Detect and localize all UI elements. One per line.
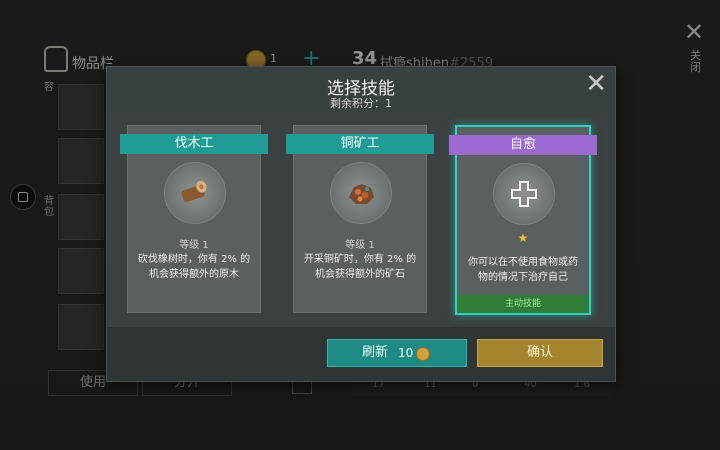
skill-select-dialog: 选择技能 剩余积分：1 ✕ 伐木工 等级 1 砍伐橡树时，你有 2% 的机会获得… — [106, 66, 616, 382]
active-skill-badge: 主动技能 — [457, 295, 589, 313]
refresh-cost: 10 — [398, 346, 414, 360]
dialog-header: 选择技能 剩余积分：1 ✕ — [107, 67, 615, 113]
skill-card-copper-miner[interactable]: 铜矿工 等级 1 开采铜矿时，你有 2% 的机会获得额外的矿石 — [286, 125, 434, 313]
skill-name: 铜矿工 — [286, 134, 434, 154]
skill-card-lumberjack[interactable]: 伐木工 等级 1 砍伐橡树时，你有 2% 的机会获得额外的原木 — [120, 125, 268, 313]
skill-description: 开采铜矿时，你有 2% 的机会获得额外的矿石 — [303, 254, 417, 280]
skill-level: 等级 1 — [179, 240, 209, 251]
medical-cross-icon — [511, 181, 537, 207]
skill-name: 伐木工 — [120, 134, 268, 154]
remaining-points: 剩余积分：1 — [330, 97, 392, 110]
coin-icon — [416, 347, 430, 361]
skill-description: 你可以在不使用食物或药物的情况下治疗自己 — [468, 257, 578, 283]
skill-card-self-heal[interactable]: 自愈 ★ 你可以在不使用食物或药物的情况下治疗自己 主动技能 — [449, 125, 597, 315]
dialog-close-icon[interactable]: ✕ — [585, 69, 607, 99]
skill-emblem — [493, 163, 555, 225]
copper-ore-icon — [349, 184, 374, 204]
skill-level: 等级 1 — [345, 240, 375, 251]
skill-cards: 伐木工 等级 1 砍伐橡树时，你有 2% 的机会获得额外的原木 铜矿工 等级 1… — [107, 113, 615, 327]
confirm-button[interactable]: 确认 — [477, 339, 603, 367]
refresh-button[interactable]: 刷新 10 — [327, 339, 467, 367]
skill-emblem — [330, 162, 392, 224]
skill-name: 自愈 — [449, 135, 597, 155]
skill-emblem — [164, 162, 226, 224]
star-icon: ★ — [517, 231, 529, 245]
refresh-label: 刷新 — [362, 345, 389, 360]
dialog-footer: 刷新 10 确认 — [107, 327, 615, 381]
log-icon — [181, 180, 207, 202]
skill-description: 砍伐橡树时，你有 2% 的机会获得额外的原木 — [137, 254, 251, 280]
